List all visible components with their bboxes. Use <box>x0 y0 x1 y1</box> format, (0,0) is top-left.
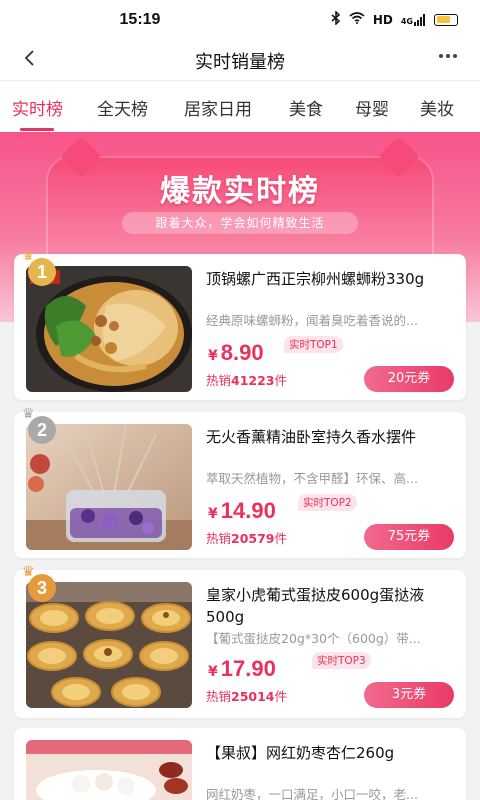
product-card-1[interactable]: 螺 ♛ 1 顶锅螺广西正宗柳州螺蛳粉330g 经典原味螺蛳粉，闻着臭吃着香说的.… <box>14 248 466 400</box>
status-bar: 15:19 HD 4G <box>0 0 480 40</box>
product-price: ¥17.90 <box>208 656 276 682</box>
signal-icon: 4G <box>400 13 426 26</box>
banner-subtitle: 跟着大众，学会如何精致生活 <box>122 212 358 234</box>
sold-prefix: 热销 <box>206 689 232 704</box>
product-price: ¥8.90 <box>208 340 264 366</box>
product-title: 无火香薰精油卧室持久香水摆件 <box>206 428 417 446</box>
product-image <box>26 740 192 800</box>
rank-badge: ♛ 1 <box>22 248 62 292</box>
product-title: 顶锅螺广西正宗柳州螺蛳粉330g <box>206 270 425 288</box>
bluetooth-icon <box>331 10 341 28</box>
coupon-button[interactable]: 75元券 <box>364 524 454 550</box>
sold-suffix: 件 <box>274 531 288 546</box>
tab-baby[interactable]: 母婴 <box>355 95 389 120</box>
banner-title: 爆款实时榜 <box>160 174 320 209</box>
product-desc: 【葡式蛋挞皮20g*30个（600g）带... <box>206 631 421 646</box>
tab-underline <box>20 128 54 131</box>
product-price: ¥14.90 <box>208 498 276 524</box>
rank-badge: ♛ 3 <box>22 564 62 608</box>
status-time: 15:19 <box>119 11 161 28</box>
price-value: 14.90 <box>220 498 276 523</box>
tab-beauty[interactable]: 美妆 <box>420 95 454 120</box>
rank-number: 3 <box>28 574 56 602</box>
more-button[interactable] <box>438 44 458 74</box>
sold-count: 热销41223件 <box>206 370 287 389</box>
product-desc: 萃取天然植物，不含甲醛】环保、高... <box>206 471 418 486</box>
price-value: 17.90 <box>220 656 276 681</box>
sold-number: 25014 <box>231 689 275 704</box>
tab-allday[interactable]: 全天榜 <box>97 95 148 120</box>
category-tabs: 实时榜 全天榜 居家日用 美食 母婴 美妆 <box>0 80 480 132</box>
currency-symbol: ¥ <box>208 506 218 522</box>
rank-number: 2 <box>28 416 56 444</box>
sold-prefix: 热销 <box>206 531 232 546</box>
top-tag: 实时TOP3 <box>312 652 371 669</box>
price-value: 8.90 <box>220 340 264 365</box>
top-tag: 实时TOP1 <box>284 336 343 353</box>
sold-number: 20579 <box>231 531 275 546</box>
nav-bar: 实时销量榜 <box>0 40 480 80</box>
signal-label: 4G <box>400 16 413 26</box>
coupon-button[interactable]: 20元券 <box>364 366 454 392</box>
rank-number: 1 <box>28 258 56 286</box>
status-icons: HD 4G <box>331 10 458 28</box>
page-title: 实时销量榜 <box>195 52 285 73</box>
rank-badge: ♛ 2 <box>22 406 62 450</box>
product-title: 【果叔】网红奶枣杏仁260g <box>206 744 395 762</box>
top-tag: 实时TOP2 <box>298 494 357 511</box>
sold-number: 41223 <box>231 373 275 388</box>
battery-icon <box>434 13 458 26</box>
sold-suffix: 件 <box>274 373 288 388</box>
sold-count: 热销25014件 <box>206 686 287 705</box>
product-card-3[interactable]: ♛ 3 皇家小虎葡式蛋挞皮600g蛋挞液500g 【葡式蛋挞皮20g*30个（6… <box>14 564 466 718</box>
currency-symbol: ¥ <box>208 348 218 364</box>
sold-prefix: 热销 <box>206 373 232 388</box>
product-title: 皇家小虎葡式蛋挞皮600g蛋挞液500g <box>206 586 425 626</box>
wifi-icon <box>349 12 365 27</box>
product-card-4[interactable]: 【果叔】网红奶枣杏仁260g 网红奶枣，一口满足，小口一咬，老... <box>14 728 466 800</box>
network-label: HD <box>372 12 393 27</box>
product-desc: 经典原味螺蛳粉，闻着臭吃着香说的... <box>206 313 418 328</box>
coupon-button[interactable]: 3元券 <box>364 682 454 708</box>
product-card-2[interactable]: ♛ 2 无火香薰精油卧室持久香水摆件 萃取天然植物，不含甲醛】环保、高... ¥… <box>14 406 466 558</box>
sold-count: 热销20579件 <box>206 528 287 547</box>
tab-household[interactable]: 居家日用 <box>184 95 252 120</box>
product-desc: 网红奶枣，一口满足，小口一咬，老... <box>206 787 418 800</box>
tab-food[interactable]: 美食 <box>289 95 323 120</box>
currency-symbol: ¥ <box>208 664 218 680</box>
sold-suffix: 件 <box>274 689 288 704</box>
more-dots-icon <box>439 54 457 58</box>
tab-realtime[interactable]: 实时榜 <box>12 95 63 120</box>
